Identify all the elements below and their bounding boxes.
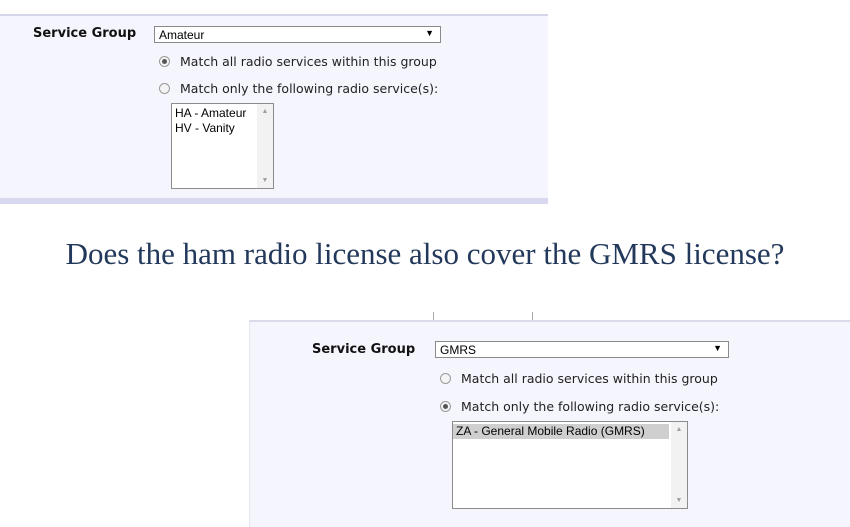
- radio-button-unchecked[interactable]: [440, 373, 451, 384]
- service-group-select[interactable]: GMRS ▼: [435, 341, 729, 358]
- radio-service-listbox[interactable]: HA - Amateur HV - Vanity ▲ ▼: [171, 103, 274, 189]
- scroll-up-icon[interactable]: ▲: [257, 108, 273, 115]
- radio-button-unchecked[interactable]: [159, 83, 170, 94]
- radio-match-only-label: Match only the following radio service(s…: [461, 399, 720, 414]
- question-heading: Does the ham radio license also cover th…: [65, 236, 785, 271]
- radio-match-all[interactable]: Match all radio services within this gro…: [159, 54, 437, 69]
- radio-service-listbox[interactable]: ZA - General Mobile Radio (GMRS) ▲ ▼: [452, 421, 688, 509]
- service-filter-panel-top: Service Group Amateur ▼ Match all radio …: [0, 14, 548, 204]
- list-item-selected[interactable]: ZA - General Mobile Radio (GMRS): [453, 424, 669, 439]
- service-group-label: Service Group: [312, 342, 416, 357]
- radio-button-checked[interactable]: [159, 56, 170, 67]
- radio-match-all[interactable]: Match all radio services within this gro…: [440, 371, 718, 386]
- listbox-scrollbar[interactable]: ▲ ▼: [257, 104, 273, 188]
- radio-match-all-label: Match all radio services within this gro…: [180, 54, 437, 69]
- service-group-selected-value: Amateur: [159, 28, 205, 42]
- radio-match-only[interactable]: Match only the following radio service(s…: [440, 399, 719, 414]
- service-group-select[interactable]: Amateur ▼: [154, 26, 441, 43]
- service-filter-panel-bottom: Service Group GMRS ▼ Match all radio ser…: [249, 320, 850, 527]
- radio-button-checked[interactable]: [440, 401, 451, 412]
- radio-match-all-label: Match all radio services within this gro…: [461, 371, 718, 386]
- scroll-down-icon[interactable]: ▼: [257, 177, 273, 184]
- scroll-up-icon[interactable]: ▲: [671, 426, 687, 433]
- radio-match-only-label: Match only the following radio service(s…: [180, 81, 439, 96]
- radio-match-only[interactable]: Match only the following radio service(s…: [159, 81, 438, 96]
- service-group-selected-value: GMRS: [440, 343, 476, 357]
- service-group-label: Service Group: [33, 26, 137, 41]
- chevron-down-icon: ▼: [425, 28, 434, 38]
- listbox-scrollbar[interactable]: ▲ ▼: [671, 422, 687, 508]
- scroll-down-icon[interactable]: ▼: [671, 497, 687, 504]
- chevron-down-icon: ▼: [713, 343, 722, 353]
